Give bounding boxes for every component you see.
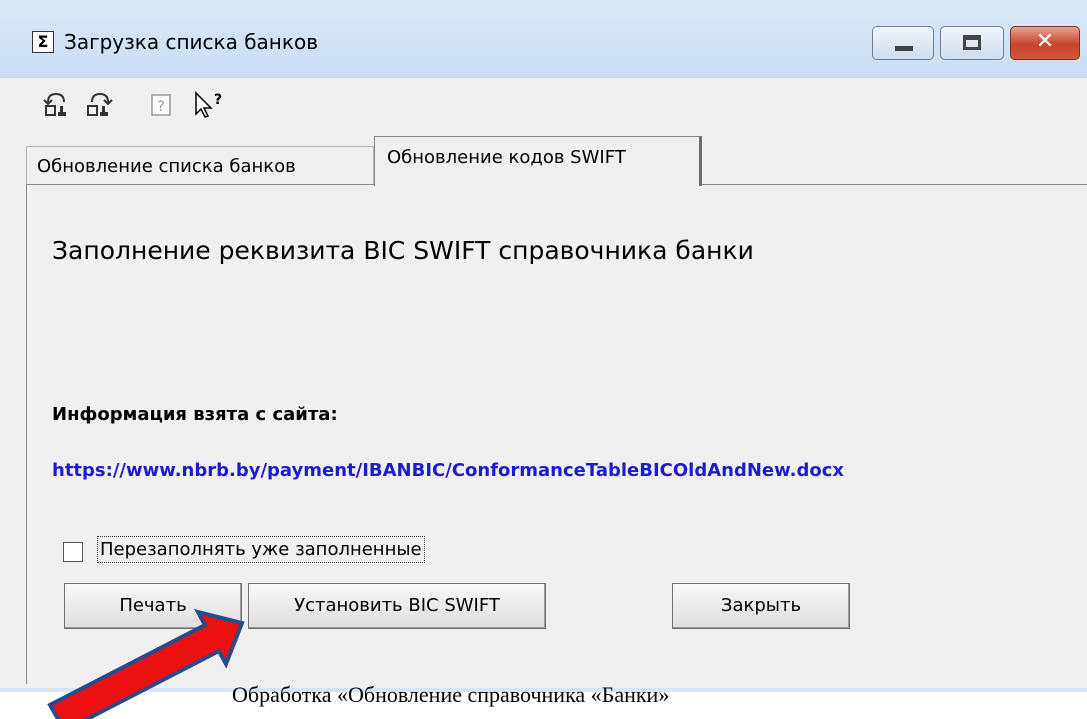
title-bar[interactable]: Σ Загрузка списка банков ✕	[0, 0, 1087, 78]
maximize-button[interactable]	[940, 26, 1004, 60]
refill-checkbox[interactable]	[63, 542, 83, 562]
figure-caption: Обработка «Обновление справочника «Банки…	[232, 682, 670, 707]
refill-checkbox-label[interactable]: Перезаполнять уже заполненные	[97, 536, 425, 563]
toolbar: ? ?	[0, 78, 1087, 132]
set-bic-swift-button[interactable]: Установить BIC SWIFT	[248, 583, 546, 629]
print-button[interactable]: Печать	[64, 583, 242, 629]
maximize-icon	[963, 35, 981, 50]
close-button[interactable]: Закрыть	[672, 583, 850, 629]
close-window-button[interactable]: ✕	[1010, 26, 1080, 60]
minimize-button[interactable]	[872, 26, 934, 60]
window-title: Загрузка списка банков	[64, 30, 318, 54]
context-help-icon[interactable]: ?	[192, 90, 228, 120]
svg-text:?: ?	[214, 92, 222, 108]
client-area: Обновление списка банков Обновление кодо…	[0, 132, 1087, 688]
panel-heading: Заполнение реквизита BIC SWIFT справочни…	[52, 236, 754, 265]
undo-icon[interactable]	[42, 90, 72, 120]
help-icon[interactable]: ?	[150, 90, 174, 120]
info-source-label: Информация взята с сайта:	[52, 404, 338, 425]
svg-text:?: ?	[157, 99, 164, 115]
tab-swift-codes-update[interactable]: Обновление кодов SWIFT	[374, 136, 702, 186]
minimize-icon	[895, 46, 913, 51]
tab-bank-list-update[interactable]: Обновление списка банков	[26, 146, 374, 184]
app-sigma-icon: Σ	[32, 31, 54, 53]
source-link[interactable]: https://www.nbrb.by/payment/IBANBIC/Conf…	[52, 460, 844, 481]
redo-icon[interactable]	[84, 90, 114, 120]
app-window: Σ Загрузка списка банков ✕ ? ? Обновлени…	[0, 0, 1087, 692]
close-icon: ✕	[1035, 29, 1055, 54]
